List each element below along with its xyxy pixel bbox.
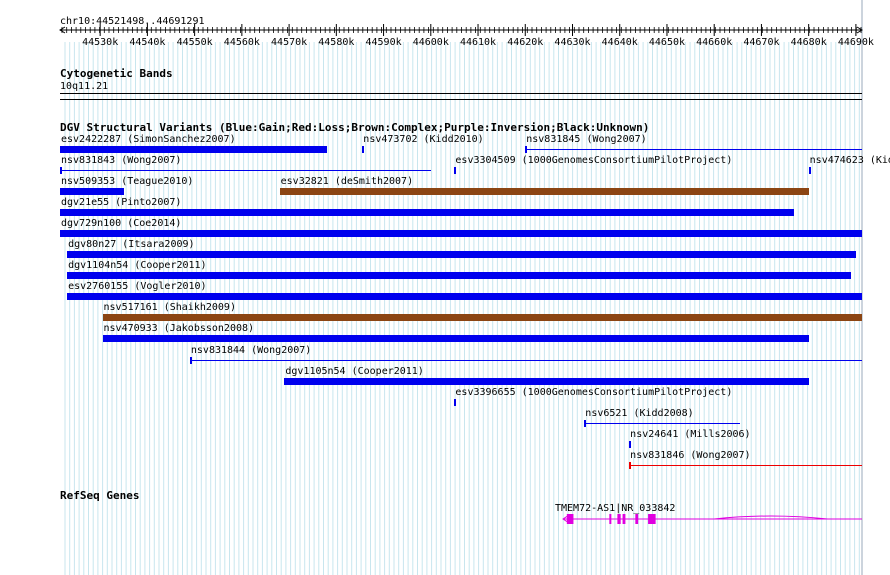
variant-end-cap — [629, 462, 632, 469]
genome-browser-view: chr10:44521498..44691291 44530k 44540k 445… — [0, 0, 890, 575]
variant-label[interactable]: nsv831843 (Wong2007) — [61, 155, 181, 166]
variant-bar[interactable] — [60, 146, 327, 153]
gene-exon — [622, 514, 626, 524]
ruler-tick-label: 44560k — [224, 37, 260, 48]
variant-bar[interactable] — [60, 230, 862, 237]
variant-label[interactable]: dgv21e55 (Pinto2007) — [61, 197, 181, 208]
variant-bar[interactable] — [808, 167, 811, 174]
ruler-tick-label: 44530k — [82, 37, 118, 48]
variant-bar[interactable] — [454, 399, 457, 406]
ruler-tick-label: 44670k — [743, 37, 779, 48]
variant-bar[interactable] — [629, 441, 632, 448]
gene-exon — [648, 514, 656, 524]
variant-bar[interactable] — [102, 314, 862, 321]
variant-label[interactable]: nsv473702 (Kidd2010) — [363, 134, 483, 145]
variant-label[interactable]: nsv831846 (Wong2007) — [630, 450, 750, 461]
gene-exon — [635, 514, 639, 524]
variant-end-cap — [525, 146, 528, 153]
ruler-tick-label: 44680k — [791, 37, 827, 48]
cytoband-line-bottom — [60, 99, 862, 100]
ruler-tick-label: 44650k — [649, 37, 685, 48]
variant-bar[interactable] — [67, 293, 862, 300]
ruler-tick-label: 44620k — [507, 37, 543, 48]
variant-label[interactable]: dgv80n27 (Itsara2009) — [68, 239, 194, 250]
variant-bar[interactable] — [454, 167, 457, 174]
variant-bar[interactable] — [189, 360, 862, 361]
ruler-tick-label: 44640k — [602, 37, 638, 48]
variant-label[interactable]: nsv831844 (Wong2007) — [191, 345, 311, 356]
coordinate-ruler[interactable]: 44530k 44540k 44550k 44560k 44570k 44580k 4459… — [0, 0, 890, 60]
cytoband-label: 10q11.21 — [60, 81, 109, 92]
ruler-tick-label: 44610k — [460, 37, 496, 48]
cytoband-line-top — [60, 93, 862, 94]
ruler-tick-label: 44600k — [413, 37, 449, 48]
variant-label[interactable]: esv32821 (deSmith2007) — [281, 176, 413, 187]
variant-bar[interactable] — [60, 170, 431, 171]
variant-label[interactable]: dgv1105n54 (Cooper2011) — [285, 366, 423, 377]
variant-end-cap — [189, 357, 192, 364]
variant-label[interactable]: esv2422287 (SimonSanchez2007) — [61, 134, 236, 145]
variant-label[interactable]: dgv729n100 (Coe2014) — [61, 218, 181, 229]
variant-label[interactable]: nsv517161 (Shaikh2009) — [104, 302, 236, 313]
gene-exon — [566, 514, 574, 524]
variant-label[interactable]: esv2760155 (Vogler2010) — [68, 281, 206, 292]
variant-label[interactable]: nsv24641 (Mills2006) — [630, 429, 750, 440]
ruler-tick-label: 44660k — [696, 37, 732, 48]
variant-label[interactable]: dgv1104n54 (Cooper2011) — [68, 260, 206, 271]
ruler-tick-label: 44590k — [365, 37, 401, 48]
variant-label[interactable]: esv3396655 (1000GenomesConsortiumPilotPr… — [455, 387, 732, 398]
ruler-tick-label: 44630k — [554, 37, 590, 48]
variant-bar[interactable] — [279, 188, 809, 195]
ruler-tick-label: 44690k — [838, 37, 874, 48]
variant-bar[interactable] — [362, 146, 365, 153]
variant-bar[interactable] — [102, 335, 809, 342]
cytoband-track-title: Cytogenetic Bands — [60, 67, 173, 80]
gene-exon — [609, 514, 612, 524]
variant-label[interactable]: esv3304509 (1000GenomesConsortiumPilotPr… — [455, 155, 732, 166]
variant-end-cap — [60, 167, 62, 174]
gene-model[interactable] — [0, 505, 890, 545]
variant-bar[interactable] — [525, 149, 862, 150]
ruler-tick-label: 44570k — [271, 37, 307, 48]
variant-bar[interactable] — [67, 272, 852, 279]
variant-label[interactable]: nsv474623 (Kidd2010) — [810, 155, 890, 166]
gene-exon — [617, 514, 621, 524]
variant-label[interactable]: nsv831845 (Wong2007) — [526, 134, 646, 145]
refseq-track-title: RefSeq Genes — [60, 489, 140, 502]
variant-label[interactable]: nsv6521 (Kidd2008) — [585, 408, 693, 419]
variant-bar[interactable] — [584, 423, 741, 424]
variant-end-cap — [584, 420, 587, 427]
variant-bar[interactable] — [60, 209, 795, 216]
ruler-tick-label: 44580k — [318, 37, 354, 48]
variant-bar[interactable] — [284, 378, 809, 385]
dgv-track-title: DGV Structural Variants (Blue:Gain;Red:L… — [60, 121, 650, 134]
variant-bar[interactable] — [60, 188, 124, 195]
variant-bar[interactable] — [67, 251, 856, 258]
variant-label[interactable]: nsv470933 (Jakobsson2008) — [104, 323, 255, 334]
variant-label[interactable]: nsv509353 (Teague2010) — [61, 176, 193, 187]
ruler-tick-label: 44550k — [177, 37, 213, 48]
ruler-tick-label: 44540k — [129, 37, 165, 48]
variant-bar[interactable] — [629, 465, 862, 466]
